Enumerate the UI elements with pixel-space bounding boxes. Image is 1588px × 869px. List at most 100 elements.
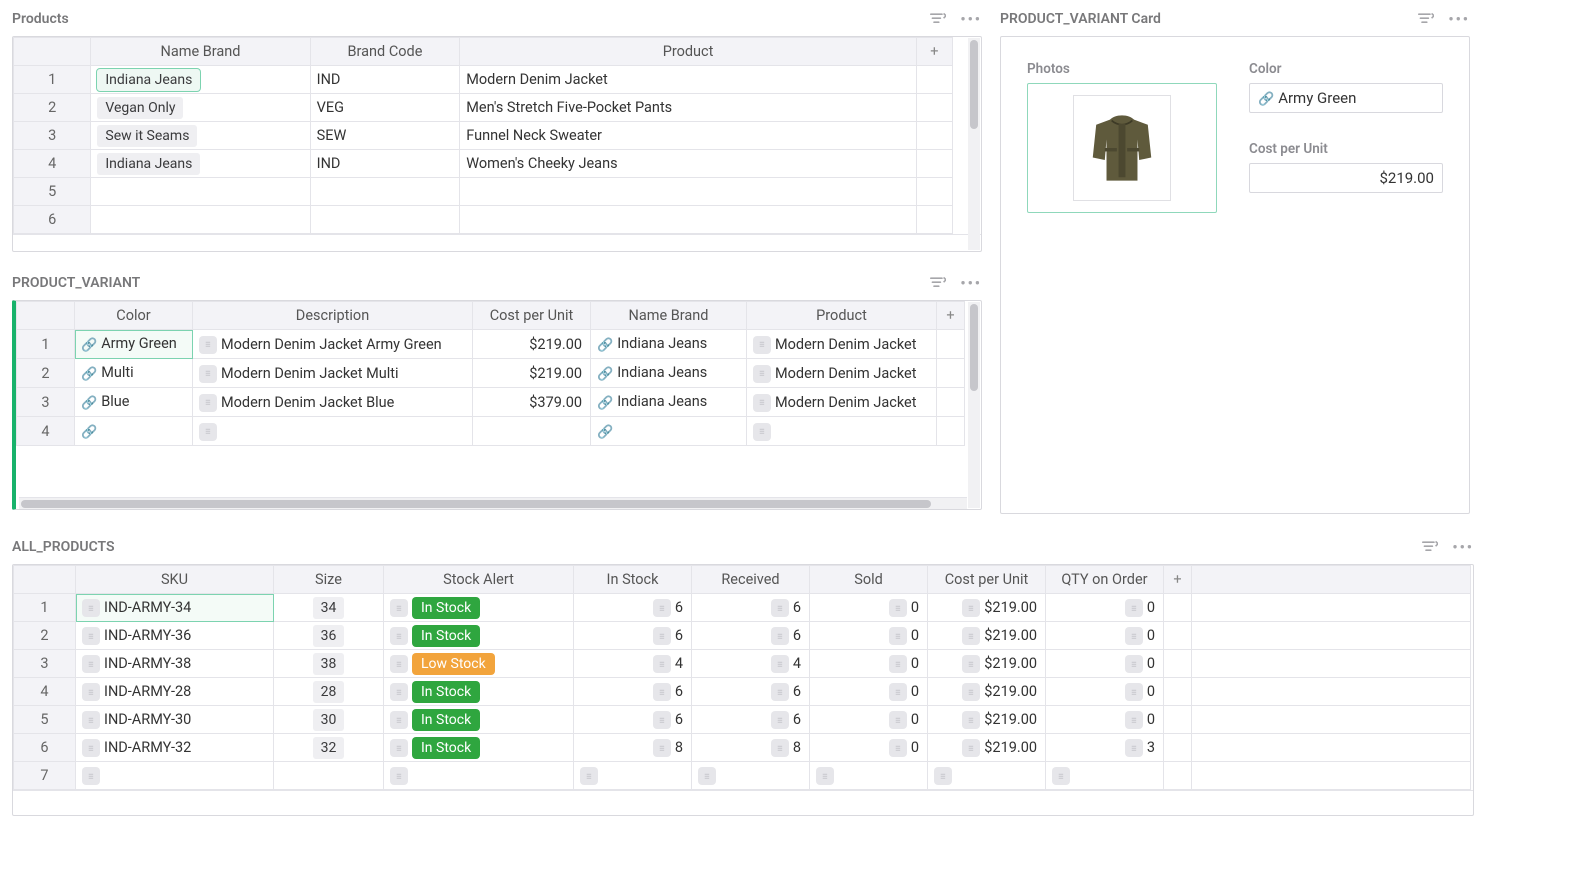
- add-column-button[interactable]: +: [937, 302, 965, 330]
- brand-cell[interactable]: 🔗Indiana Jeans: [591, 359, 747, 388]
- expand-icon[interactable]: [1125, 627, 1143, 645]
- col-alert[interactable]: Stock Alert: [384, 566, 574, 594]
- table-row[interactable]: 2IND-ARMY-3636In Stock660$219.000: [14, 622, 1471, 650]
- brand-chip[interactable]: Indiana Jeans: [97, 153, 200, 175]
- product-cell[interactable]: Modern Denim Jacket: [747, 330, 937, 359]
- product-cell[interactable]: Women's Cheeky Jeans: [460, 150, 917, 178]
- product-cell[interactable]: [747, 417, 937, 446]
- table-row[interactable]: 1🔗Army GreenModern Denim Jacket Army Gre…: [17, 330, 965, 359]
- expand-icon[interactable]: [390, 767, 408, 785]
- cpu-cell[interactable]: $379.00: [473, 388, 591, 417]
- brand-chip[interactable]: Vegan Only: [97, 97, 183, 119]
- expand-icon[interactable]: [962, 627, 980, 645]
- cpu-cell[interactable]: $219.00: [473, 330, 591, 359]
- expand-icon[interactable]: [1125, 711, 1143, 729]
- col-cpu[interactable]: Cost per Unit: [473, 302, 591, 330]
- col-brand-code[interactable]: Brand Code: [310, 38, 460, 66]
- color-cell[interactable]: 🔗: [75, 417, 193, 446]
- scrollbar[interactable]: [968, 302, 980, 508]
- col-product[interactable]: Product: [747, 302, 937, 330]
- table-row[interactable]: 4Indiana JeansINDWomen's Cheeky Jeans: [14, 150, 953, 178]
- more-icon[interactable]: •••: [1452, 539, 1474, 556]
- expand-icon[interactable]: [653, 683, 671, 701]
- stock-alert-cell[interactable]: In Stock: [384, 594, 574, 622]
- expand-icon[interactable]: [82, 683, 100, 701]
- sku-cell[interactable]: IND-ARMY-30: [76, 706, 274, 734]
- sku-cell[interactable]: IND-ARMY-34: [76, 594, 274, 622]
- filter-icon[interactable]: [1422, 540, 1438, 554]
- photo-thumbnail[interactable]: [1027, 83, 1217, 213]
- expand-icon[interactable]: [390, 739, 408, 757]
- expand-icon[interactable]: [698, 767, 716, 785]
- table-row[interactable]: 5: [14, 178, 953, 206]
- stock-alert-cell[interactable]: In Stock: [384, 706, 574, 734]
- description-cell[interactable]: [193, 417, 473, 446]
- cpu-input[interactable]: $219.00: [1249, 163, 1443, 193]
- brand-chip[interactable]: Indiana Jeans: [97, 69, 200, 91]
- more-icon[interactable]: •••: [960, 275, 982, 292]
- table-row[interactable]: 3🔗BlueModern Denim Jacket Blue$379.00🔗In…: [17, 388, 965, 417]
- cpu-cell[interactable]: $219.00: [473, 359, 591, 388]
- color-cell[interactable]: 🔗Multi: [75, 359, 193, 388]
- expand-icon[interactable]: [771, 599, 789, 617]
- product-cell[interactable]: Modern Denim Jacket: [747, 359, 937, 388]
- size-cell[interactable]: 34: [274, 594, 384, 622]
- expand-icon[interactable]: [962, 711, 980, 729]
- expand-icon[interactable]: [653, 655, 671, 673]
- expand-icon[interactable]: [653, 627, 671, 645]
- add-column-button[interactable]: +: [1164, 566, 1192, 594]
- product-cell[interactable]: Men's Stretch Five-Pocket Pants: [460, 94, 917, 122]
- expand-icon[interactable]: [889, 739, 907, 757]
- scrollbar[interactable]: [19, 497, 967, 509]
- table-row[interactable]: 6: [14, 206, 953, 234]
- expand-icon[interactable]: [771, 627, 789, 645]
- expand-icon[interactable]: [82, 739, 100, 757]
- col-qty[interactable]: QTY on Order: [1046, 566, 1164, 594]
- stock-alert-cell[interactable]: In Stock: [384, 622, 574, 650]
- brand-cell[interactable]: 🔗Indiana Jeans: [591, 388, 747, 417]
- table-row[interactable]: 5IND-ARMY-3030In Stock660$219.000: [14, 706, 1471, 734]
- description-cell[interactable]: Modern Denim Jacket Army Green: [193, 330, 473, 359]
- expand-icon[interactable]: [771, 711, 789, 729]
- expand-icon[interactable]: [816, 767, 834, 785]
- expand-icon[interactable]: [199, 394, 217, 412]
- table-row[interactable]: 4IND-ARMY-2828In Stock660$219.000: [14, 678, 1471, 706]
- color-cell[interactable]: 🔗Army Green: [75, 330, 193, 359]
- expand-icon[interactable]: [82, 655, 100, 673]
- col-name-brand[interactable]: Name Brand: [91, 38, 310, 66]
- expand-icon[interactable]: [1125, 739, 1143, 757]
- col-sold[interactable]: Sold: [810, 566, 928, 594]
- expand-icon[interactable]: [771, 655, 789, 673]
- brand-code-cell[interactable]: SEW: [310, 122, 460, 150]
- expand-icon[interactable]: [753, 336, 771, 354]
- filter-icon[interactable]: [1418, 12, 1434, 26]
- expand-icon[interactable]: [1125, 683, 1143, 701]
- size-cell[interactable]: 38: [274, 650, 384, 678]
- brand-code-cell[interactable]: IND: [310, 150, 460, 178]
- size-cell[interactable]: 36: [274, 622, 384, 650]
- expand-icon[interactable]: [753, 423, 771, 441]
- stock-alert-cell[interactable]: In Stock: [384, 678, 574, 706]
- expand-icon[interactable]: [390, 683, 408, 701]
- table-row[interactable]: 1IND-ARMY-3434In Stock660$219.000: [14, 594, 1471, 622]
- table-row[interactable]: 1Indiana JeansINDModern Denim Jacket: [14, 66, 953, 94]
- stock-alert-cell[interactable]: In Stock: [384, 734, 574, 762]
- expand-icon[interactable]: [82, 767, 100, 785]
- add-column-button[interactable]: +: [916, 38, 952, 66]
- expand-icon[interactable]: [889, 711, 907, 729]
- table-row[interactable]: 3Sew it SeamsSEWFunnel Neck Sweater: [14, 122, 953, 150]
- stock-alert-cell[interactable]: Low Stock: [384, 650, 574, 678]
- expand-icon[interactable]: [889, 683, 907, 701]
- table-row[interactable]: 4🔗🔗: [17, 417, 965, 446]
- col-desc[interactable]: Description: [193, 302, 473, 330]
- color-cell[interactable]: 🔗Blue: [75, 388, 193, 417]
- col-size[interactable]: Size: [274, 566, 384, 594]
- expand-icon[interactable]: [753, 365, 771, 383]
- expand-icon[interactable]: [1052, 767, 1070, 785]
- expand-icon[interactable]: [889, 655, 907, 673]
- expand-icon[interactable]: [962, 655, 980, 673]
- table-row[interactable]: 2Vegan OnlyVEGMen's Stretch Five-Pocket …: [14, 94, 953, 122]
- col-brand[interactable]: Name Brand: [591, 302, 747, 330]
- expand-icon[interactable]: [1125, 599, 1143, 617]
- expand-icon[interactable]: [199, 423, 217, 441]
